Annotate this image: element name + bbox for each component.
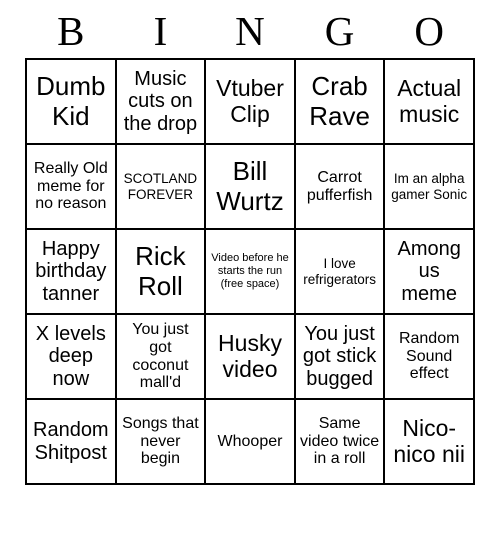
bingo-grid: Dumb Kid Music cuts on the drop Vtuber C… xyxy=(25,58,475,485)
bingo-cell[interactable]: Songs that never begin xyxy=(114,398,207,485)
bingo-row: Really Old meme for no reason SCOTLAND F… xyxy=(25,143,475,230)
bingo-cell[interactable]: You just got stick bugged xyxy=(293,313,386,400)
bingo-cell-free-space[interactable]: Video before he starts the run (free spa… xyxy=(204,228,296,315)
bingo-header-letter-o: O xyxy=(414,8,444,54)
bingo-cell-label: X levels deep now xyxy=(35,322,106,390)
bingo-cell-label: Im an alpha gamer Sonic xyxy=(391,171,468,202)
bingo-cell[interactable]: I love refrigerators xyxy=(293,228,386,315)
bingo-cell-label: SCOTLAND FOREVER xyxy=(123,171,198,202)
bingo-cell[interactable]: Same video twice in a roll xyxy=(293,398,386,485)
bingo-cell-label: Video before he starts the run (free spa… xyxy=(211,252,289,290)
bingo-cell-label: Actual music xyxy=(397,74,462,127)
bingo-cell[interactable]: Random Shitpost xyxy=(25,398,117,485)
bingo-cell[interactable]: Actual music xyxy=(383,58,475,145)
bingo-row: Happy birthday tanner Rick Roll Video be… xyxy=(25,228,475,315)
bingo-row: X levels deep now You just got coconut m… xyxy=(25,313,475,400)
bingo-cell-label: Random Sound effect xyxy=(398,329,460,383)
bingo-cell-label: Music cuts on the drop xyxy=(123,67,198,135)
bingo-header-letter-i: I xyxy=(153,8,168,54)
bingo-cell[interactable]: Music cuts on the drop xyxy=(114,58,207,145)
bingo-row: Random Shitpost Songs that never begin W… xyxy=(25,398,475,485)
bingo-header-letter-b: B xyxy=(57,8,85,54)
bingo-cell-label: Whooper xyxy=(217,432,283,450)
bingo-cell-label: You just got coconut mall'd xyxy=(132,320,189,392)
bingo-cell[interactable]: X levels deep now xyxy=(25,313,117,400)
bingo-header-letter-n: N xyxy=(235,8,265,54)
bingo-row: Dumb Kid Music cuts on the drop Vtuber C… xyxy=(25,58,475,145)
bingo-cell[interactable]: SCOTLAND FOREVER xyxy=(114,143,207,230)
bingo-cell-label: Really Old meme for no reason xyxy=(33,159,108,213)
bingo-cell[interactable]: Vtuber Clip xyxy=(204,58,296,145)
bingo-cell-label: Husky video xyxy=(218,329,282,382)
bingo-cell[interactable]: Happy birthday tanner xyxy=(25,228,117,315)
bingo-cell-label: Random Shitpost xyxy=(33,419,109,464)
bingo-cell[interactable]: Husky video xyxy=(204,313,296,400)
bingo-cell[interactable]: Im an alpha gamer Sonic xyxy=(383,143,475,230)
bingo-cell-label: Vtuber Clip xyxy=(216,74,284,127)
bingo-card: B I N G O Dumb Kid Music cuts on the dro… xyxy=(0,0,500,544)
bingo-cell-label: I love refrigerators xyxy=(303,256,376,287)
bingo-cell[interactable]: Carrot pufferfish xyxy=(293,143,386,230)
bingo-cell-label: You just got stick bugged xyxy=(302,322,377,390)
bingo-cell[interactable]: Dumb Kid xyxy=(25,58,117,145)
bingo-cell-label: Songs that never begin xyxy=(122,414,199,468)
bingo-cell-label: Same video twice in a roll xyxy=(300,414,380,468)
bingo-cell[interactable]: Crab Rave xyxy=(293,58,386,145)
bingo-cell-label: Rick Roll xyxy=(135,241,186,301)
bingo-cell[interactable]: Really Old meme for no reason xyxy=(25,143,117,230)
bingo-cell[interactable]: Among us meme xyxy=(383,228,475,315)
bingo-cell-label: Bill Wurtz xyxy=(216,156,284,216)
bingo-cell-label: Happy birthday tanner xyxy=(35,237,107,305)
bingo-cell[interactable]: Rick Roll xyxy=(114,228,207,315)
bingo-cell-label: Dumb Kid xyxy=(36,71,106,131)
bingo-cell-label: Crab Rave xyxy=(309,71,370,131)
bingo-cell[interactable]: Bill Wurtz xyxy=(204,143,296,230)
bingo-cell-label: Nico-nico nii xyxy=(393,414,465,467)
bingo-header: B I N G O xyxy=(26,0,474,58)
bingo-cell[interactable]: You just got coconut mall'd xyxy=(114,313,207,400)
bingo-cell[interactable]: Random Sound effect xyxy=(383,313,475,400)
bingo-cell-label: Carrot pufferfish xyxy=(306,168,373,204)
bingo-cell-label: Among us meme xyxy=(397,237,461,305)
bingo-header-letter-g: G xyxy=(324,8,355,54)
bingo-cell[interactable]: Nico-nico nii xyxy=(383,398,475,485)
bingo-cell[interactable]: Whooper xyxy=(204,398,296,485)
